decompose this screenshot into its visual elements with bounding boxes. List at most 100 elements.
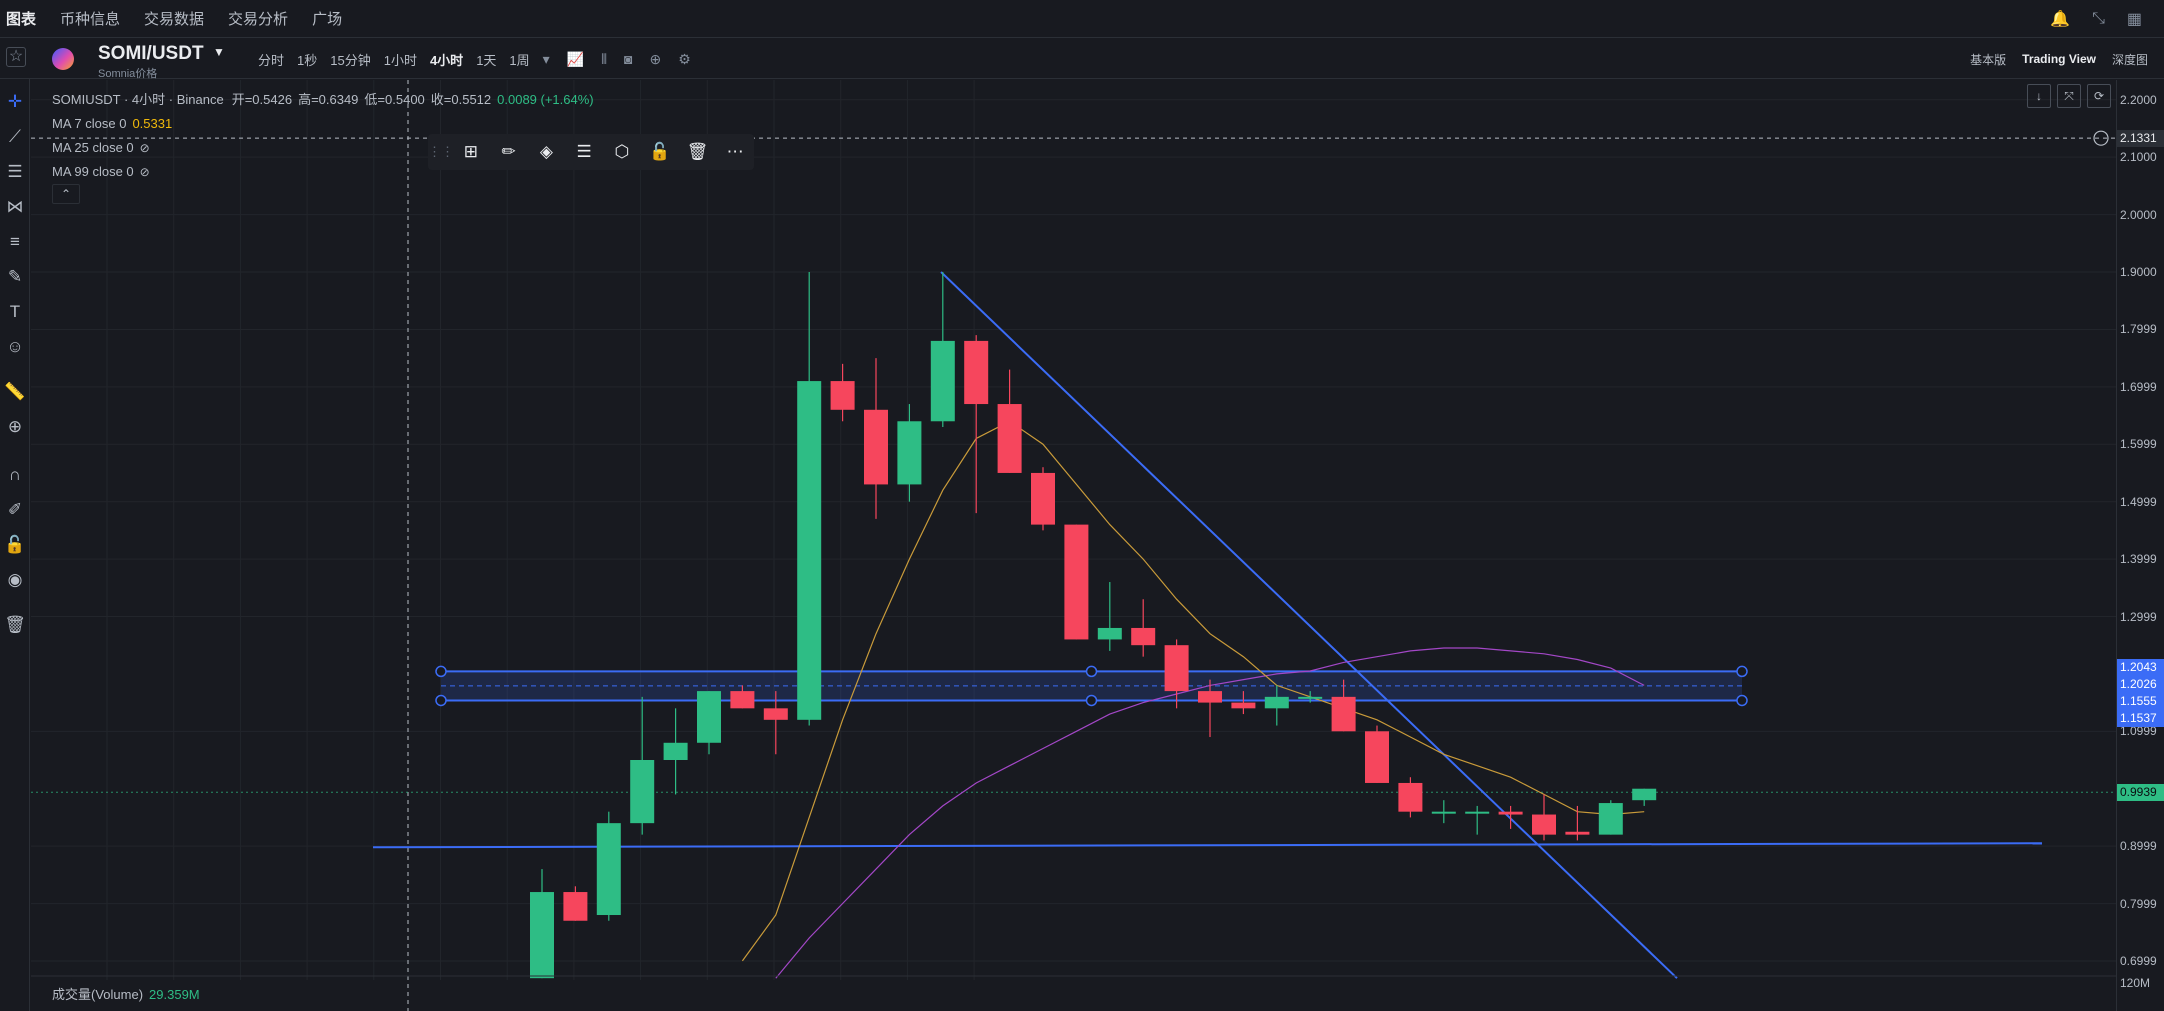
more-icon[interactable]: ⋯ [716,142,754,162]
legend-open: 开=0.5426 [231,92,293,107]
interval-4h[interactable]: 4小时 [430,50,463,69]
chevron-down-icon[interactable]: ▾ [543,51,550,68]
interval-1w[interactable]: 1周 [509,50,529,69]
magnet-icon[interactable]: ∩ [4,464,26,486]
candle-up [1598,803,1623,835]
collapse-icon[interactable]: ⤡ [2092,10,2105,28]
top-navigation: 图表 币种信息 交易数据 交易分析 广场 🔔 ⤡ ▦ [0,0,2164,38]
nav-square[interactable]: 广场 [312,8,342,29]
candle-down [1198,691,1222,703]
template-icon[interactable]: ⊞ [452,142,490,162]
view-switcher: 基本版 Trading View 深度图 [1970,39,2164,79]
lock-drawing-icon[interactable]: ✐ [4,499,26,521]
emoji-icon[interactable]: ☺ [4,336,26,358]
view-basic[interactable]: 基本版 [1970,51,2006,68]
legend-ma7-row[interactable]: MA 7 close 0 0.5331 [52,112,594,136]
nav-chart[interactable]: 图表 [6,8,36,29]
eye-icon[interactable]: ◉ [4,569,26,591]
interval-1s[interactable]: 1秒 [297,50,317,69]
trend-line-icon[interactable]: ⟋ [4,126,26,148]
pen-color-icon[interactable]: ✏ [490,142,528,162]
price-tick-label: 1.9000 [2120,265,2157,279]
view-depth[interactable]: 深度图 [2112,51,2148,68]
candle-up [530,892,554,979]
interval-time[interactable]: 分时 [258,50,284,69]
candle-up [1097,627,1122,640]
view-tradingview[interactable]: Trading View [2022,52,2096,66]
candle-down [1031,472,1055,525]
candle-up [697,691,721,743]
candle-up [930,340,955,422]
price-tick-label: 1.7999 [2120,322,2157,337]
indicator-icon[interactable]: 📈 [567,51,584,68]
candle-down [964,340,989,405]
pair-selector[interactable]: SOMI/USDT [98,43,204,65]
fill-color-icon[interactable]: ◈ [528,142,566,162]
candle-down [830,381,855,410]
interval-1h[interactable]: 1小时 [384,50,417,69]
candle-up [1431,811,1456,814]
legend-high: 高=0.6349 [298,92,359,107]
candle-down [1331,696,1356,732]
candle-up [1298,696,1323,699]
hidden-icon[interactable]: ⊘ [140,139,150,157]
volume-axis-tick: 120M [2120,976,2151,990]
drag-handle-icon[interactable]: ⋮⋮ [428,144,454,160]
caret-down-icon[interactable]: ▼ [213,45,225,59]
horizontal-lines-icon[interactable]: ☰ [4,161,26,183]
crosshair-icon[interactable]: ✛ [4,91,26,113]
nav-trading-analysis[interactable]: 交易分析 [228,8,288,29]
somnia-logo [52,48,74,70]
legend-ohlc-row: SOMIUSDT · 4小时 · Binance 开=0.5426 高=0.63… [52,88,594,112]
favorite-star-icon[interactable]: ☆ [6,47,26,67]
pattern-icon[interactable]: ⋈ [4,196,26,218]
interval-selector: 分时 1秒 15分钟 1小时 4小时 1天 1周 ▾ 📈 ⫴ ◙ ⊕ ⚙ [258,39,708,79]
zone-price-label: 1.1555 [2117,693,2164,711]
fib-icon[interactable]: ≡ [4,231,26,253]
unlock-icon[interactable]: 🔓 [641,142,679,162]
candle-up [797,381,822,720]
add-circle-icon[interactable]: ⊕ [649,51,661,68]
settings-icon[interactable]: ⬡ [603,142,641,162]
nav-trading-data[interactable]: 交易数据 [144,8,204,29]
price-chart[interactable] [31,80,2164,1011]
delete-icon[interactable]: 🗑 [679,142,717,162]
last-price-label: 0.9939 [2117,784,2164,802]
legend-ma99-label: MA 99 close 0 [52,164,134,179]
ruler-icon[interactable]: 📏 [4,381,26,403]
chart-area[interactable] [31,80,2164,1011]
drawing-toolbar: ✛ ⟋ ☰ ⋈ ≡ ✎ T ☺ 📏 ⊕ ∩ ✐ 🔓 ◉ 🗑 [0,79,30,1011]
pair-subtitle[interactable]: Somnia价格 [98,65,157,81]
settings-icon[interactable]: ⚙ [678,51,691,68]
candle-up [1632,788,1657,801]
nav-coin-info[interactable]: 币种信息 [60,8,120,29]
interval-1d[interactable]: 1天 [476,50,496,69]
text-icon[interactable]: T [4,301,26,323]
crosshair-price-label: 2.1331 [2117,130,2164,148]
price-tick-label: 1.2999 [2120,609,2157,624]
reset-icon[interactable]: ⟳ [2087,84,2111,108]
bell-icon[interactable]: 🔔 [2050,9,2070,29]
volume-legend: 成交量(Volume) 29.359M [52,984,200,1003]
downtrend-line [940,271,1678,979]
fullscreen-icon[interactable]: ⤧ [2057,84,2081,108]
candle-type-icon[interactable]: ⫴ [601,51,607,68]
brush-icon[interactable]: ✎ [4,266,26,288]
grid-layout-icon[interactable]: ▦ [2127,9,2142,29]
legend-ma7-label: MA 7 close 0 [52,116,127,131]
camera-icon[interactable]: ◙ [624,51,632,67]
scroll-down-icon[interactable]: ↓ [2027,84,2051,108]
trash-icon[interactable]: 🗑 [4,614,26,636]
candle-down [864,409,888,485]
legend-title: SOMIUSDT · 4小时 · Binance [52,92,224,107]
candle-up [1264,696,1289,709]
collapse-legend-button[interactable]: ⌃ [52,184,80,204]
zoom-in-icon[interactable]: ⊕ [4,416,26,438]
hidden-icon[interactable]: ⊘ [140,163,150,181]
line-style-icon[interactable]: ☰ [565,142,603,162]
candle-down [1565,831,1590,835]
interval-15m[interactable]: 15分钟 [330,50,370,69]
price-tick-label: 0.8999 [2120,839,2157,854]
price-tick-label: 2.2000 [2120,92,2157,107]
lock-icon[interactable]: 🔓 [4,534,26,556]
